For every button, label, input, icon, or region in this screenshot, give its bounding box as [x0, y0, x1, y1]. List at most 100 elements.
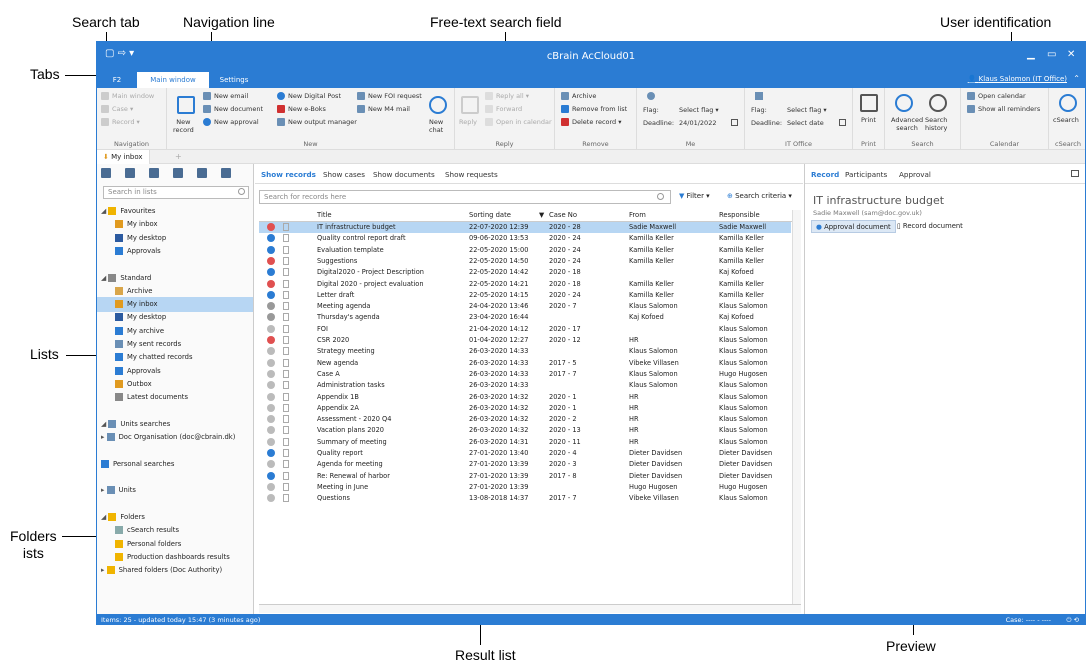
search-tab-my-inbox[interactable]: ⬇ My inbox	[97, 150, 150, 164]
new-approval-button[interactable]: New approval	[203, 118, 259, 126]
nav-case[interactable]: Case ▾	[101, 105, 133, 113]
me-flag-select[interactable]: Select flag ▾	[679, 106, 719, 114]
list-tool-icon[interactable]	[221, 168, 231, 178]
table-row[interactable]: Vacation plans 2020 26-03-2020 14:32 2020 …	[259, 425, 791, 436]
new-m4-mail-button[interactable]: New M4 mail	[357, 105, 410, 113]
tab-show-cases[interactable]: Show cases	[323, 170, 365, 179]
expand-icon[interactable]: ◢	[101, 420, 108, 428]
table-row[interactable]: IT infrastructure budget 22-07-2020 12:39…	[259, 222, 791, 234]
list-item[interactable]: ▸ Units	[97, 483, 253, 498]
search-icon[interactable]	[238, 188, 245, 195]
new-output-manager-button[interactable]: New output manager	[277, 118, 357, 126]
table-row[interactable]: Agenda for meeting 27-01-2020 13:39 2020 -…	[259, 459, 791, 470]
status-icons[interactable]: ⏻ ⟲	[1066, 614, 1079, 624]
date-picker-icon[interactable]	[731, 119, 738, 126]
list-item[interactable]: Approvals	[97, 244, 253, 259]
tab-show-requests[interactable]: Show requests	[445, 170, 498, 179]
table-row[interactable]: Evaluation template 22-05-2020 15:00 2020 …	[259, 245, 791, 256]
remove-from-list-button[interactable]: Remove from list	[561, 105, 627, 113]
reply-button[interactable]: Reply	[459, 118, 477, 126]
popout-icon[interactable]	[1071, 170, 1079, 177]
nav-main-window[interactable]: Main window	[101, 92, 154, 100]
advanced-search-button[interactable]: Advanced search	[891, 116, 923, 132]
table-row[interactable]: Case A 26-03-2020 14:33 2017 - 7 Klaus Salo…	[259, 369, 791, 380]
user-identification[interactable]: 👤 Klaus Salomon (IT Office)	[968, 75, 1067, 83]
approval-document-button[interactable]: ● Approval document	[811, 220, 896, 233]
table-row[interactable]: Administration tasks 26-03-2020 14:33 Klau…	[259, 380, 791, 391]
table-row[interactable]: Digital2020 - Project Description 22-05-2…	[259, 267, 791, 278]
list-tool-icon[interactable]	[101, 168, 111, 178]
it-deadline-field[interactable]: Select date	[787, 119, 824, 127]
open-in-calendar-button[interactable]: Open in calendar	[485, 118, 552, 126]
column-title[interactable]: Title	[317, 211, 332, 219]
maximize-icon[interactable]: ▭	[1047, 49, 1056, 60]
column-case-no[interactable]: Case No	[549, 211, 577, 219]
table-row[interactable]: Appendix 2A 26-03-2020 14:32 2020 - 1 HR Kla…	[259, 403, 791, 414]
list-tool-icon[interactable]	[173, 168, 183, 178]
search-icon[interactable]	[657, 193, 664, 200]
table-row[interactable]: Digital 2020 - project evaluation 22-05-2…	[259, 279, 791, 290]
new-document-button[interactable]: New document	[203, 105, 263, 113]
delete-record-button[interactable]: Delete record ▾	[561, 118, 622, 126]
csearch-button[interactable]: cSearch	[1053, 116, 1079, 124]
search-criteria-button[interactable]: ⊕ Search criteria ▾	[727, 192, 792, 200]
forward-button[interactable]: Forward	[485, 105, 522, 113]
vertical-scrollbar[interactable]	[792, 210, 801, 604]
new-chat-button[interactable]: New chat	[429, 118, 443, 134]
tab-settings[interactable]: Settings	[209, 72, 259, 88]
table-row[interactable]: Meeting agenda 24-04-2020 13:46 2020 - 7 Kl…	[259, 301, 791, 312]
table-row[interactable]: Assessment - 2020 Q4 26-03-2020 14:32 2020…	[259, 414, 791, 425]
date-picker-icon[interactable]	[839, 119, 846, 126]
table-row[interactable]: Letter draft 22-05-2020 14:15 2020 - 24 Kam…	[259, 290, 791, 301]
tab-f2[interactable]: F2	[97, 72, 137, 88]
list-tool-icon[interactable]	[149, 168, 159, 178]
show-all-reminders-button[interactable]: Show all reminders	[967, 105, 1040, 113]
table-row[interactable]: Questions 13-08-2018 14:37 2017 - 7 Vibeke …	[259, 493, 791, 504]
new-eboks-button[interactable]: New e-Boks	[277, 105, 326, 113]
table-row[interactable]: FOI 21-04-2020 14:12 2020 - 17 Klaus Salomo…	[259, 324, 791, 335]
new-digital-post-button[interactable]: New Digital Post	[277, 92, 341, 100]
tab-show-records[interactable]: Show records	[261, 170, 316, 179]
table-row[interactable]: Suggestions 22-05-2020 14:50 2020 - 24 Kami…	[259, 256, 791, 267]
table-row[interactable]: New agenda 26-03-2020 14:33 2017 - 5 Vibeke…	[259, 358, 791, 369]
expand-icon[interactable]: ◢	[101, 513, 108, 521]
table-row[interactable]: Meeting in June 27-01-2020 13:39 Hugo Hugo…	[259, 482, 791, 493]
it-flag-select[interactable]: Select flag ▾	[787, 106, 827, 114]
table-row[interactable]: Re: Renewal of harbor 27-01-2020 13:39 201…	[259, 471, 791, 482]
new-record-button[interactable]: New record	[173, 118, 194, 134]
table-row[interactable]: Strategy meeting 26-03-2020 14:33 Klaus Sa…	[259, 346, 791, 357]
expand-icon[interactable]: ◢	[101, 274, 108, 282]
close-icon[interactable]: ✕	[1067, 49, 1075, 60]
table-row[interactable]: Quality report 27-01-2020 13:40 2020 - 4 Di…	[259, 448, 791, 459]
expand-icon[interactable]: ◢	[101, 207, 108, 215]
list-item[interactable]: ▸ Shared folders (Doc Authority)	[97, 563, 253, 578]
tab-show-documents[interactable]: Show documents	[373, 170, 435, 179]
free-text-search-field[interactable]: Search for records here	[259, 190, 671, 204]
list-search-input[interactable]: Search in lists	[103, 186, 249, 199]
tab-participants[interactable]: Participants	[845, 170, 887, 179]
minimize-icon[interactable]: ▁	[1027, 49, 1035, 60]
column-from[interactable]: From	[629, 211, 646, 219]
horizontal-scrollbar[interactable]	[259, 604, 801, 613]
table-row[interactable]: CSR 2020 01-04-2020 12:27 2020 - 12 HR Klaus…	[259, 335, 791, 346]
tab-record[interactable]: Record	[811, 170, 839, 179]
column-responsible[interactable]: Responsible	[719, 211, 760, 219]
new-email-button[interactable]: New email	[203, 92, 248, 100]
new-foi-request-button[interactable]: New FOI request	[357, 92, 422, 100]
search-history-button[interactable]: Search history	[925, 116, 947, 132]
add-tab-icon[interactable]: +	[175, 152, 182, 161]
list-item[interactable]: ▸ Doc Organisation (doc@cbrain.dk)	[97, 430, 253, 445]
reply-all-button[interactable]: Reply all ▾	[485, 92, 529, 100]
table-row[interactable]: Thursday's agenda 23-04-2020 16:44 Kaj Kof…	[259, 312, 791, 323]
archive-button[interactable]: Archive	[561, 92, 596, 100]
table-row[interactable]: Summary of meeting 26-03-2020 14:31 2020 -…	[259, 437, 791, 448]
column-sorting-date[interactable]: Sorting date	[469, 211, 511, 219]
table-row[interactable]: Appendix 1B 26-03-2020 14:32 2020 - 1 HR Kla…	[259, 392, 791, 403]
me-deadline-field[interactable]: 24/01/2022	[679, 119, 716, 127]
nav-record[interactable]: Record ▾	[101, 118, 140, 126]
collapse-ribbon-icon[interactable]: ⌃	[1073, 74, 1080, 83]
tab-approval[interactable]: Approval	[899, 170, 931, 179]
list-tool-icon[interactable]	[197, 168, 207, 178]
list-item[interactable]: Latest documents	[97, 390, 253, 405]
open-calendar-button[interactable]: Open calendar	[967, 92, 1026, 100]
